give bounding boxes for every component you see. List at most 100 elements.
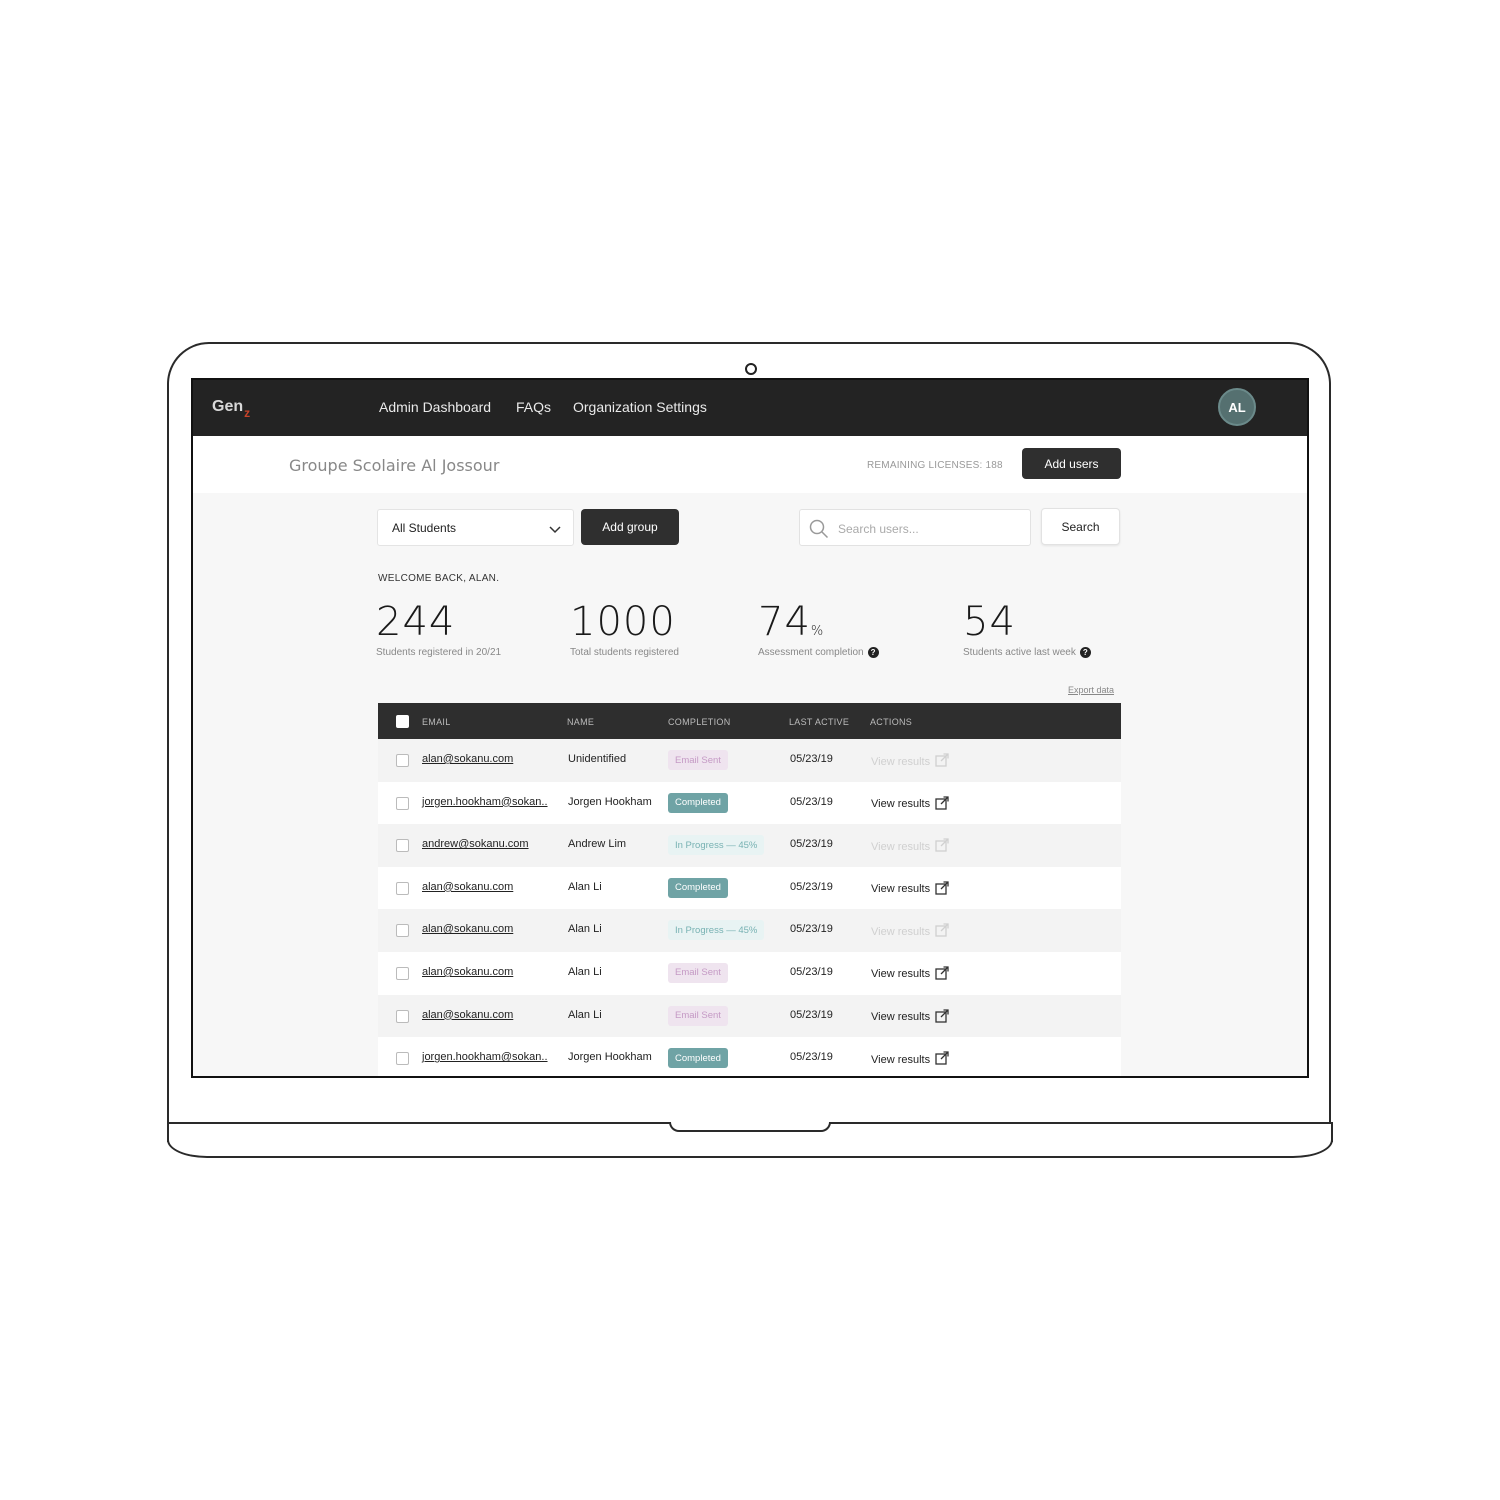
row-name: Alan Li: [568, 880, 602, 893]
stat-label-text: Students registered in 20/21: [376, 647, 502, 658]
stat-number: 1000: [570, 599, 676, 645]
nav-faqs[interactable]: FAQs: [516, 399, 551, 415]
row-checkbox[interactable]: [396, 881, 409, 895]
external-link-icon: [935, 795, 949, 813]
row-email[interactable]: jorgen.hookham@sokan..: [422, 1051, 548, 1063]
org-name: Groupe Scolaire Al Jossour: [289, 456, 500, 475]
stat-total-registered: 1000 Total students registered: [570, 599, 679, 658]
stat-registered-2021: 244 Students registered in 20/21: [376, 599, 501, 658]
column-actions: ACTIONS: [870, 717, 913, 727]
row-checkbox[interactable]: [396, 796, 409, 810]
row-checkbox[interactable]: [396, 924, 409, 938]
stat-value: 74%: [758, 599, 879, 645]
add-group-button[interactable]: Add group: [581, 509, 679, 545]
row-checkbox[interactable]: [396, 1052, 409, 1066]
stat-label-text: Assessment completion: [758, 647, 864, 658]
camera: [745, 363, 757, 375]
search-input[interactable]: [836, 518, 1020, 540]
row-email[interactable]: alan@sokanu.com: [422, 1009, 513, 1021]
view-results-link[interactable]: View results: [871, 923, 949, 940]
welcome-message: WELCOME BACK, ALAN.: [378, 573, 500, 584]
view-results-link[interactable]: View results: [871, 966, 949, 983]
row-checkbox[interactable]: [396, 966, 409, 980]
view-results-link[interactable]: View results: [871, 881, 949, 898]
stat-active-last-week: 54 Students active last week?: [963, 599, 1091, 658]
row-last-active: 05/23/19: [790, 838, 833, 851]
row-name: Jorgen Hookham: [568, 795, 652, 808]
stat-value: 1000: [570, 599, 679, 645]
row-last-active: 05/23/19: [790, 753, 833, 765]
view-results-label: View results: [871, 968, 931, 981]
nav-organization-settings[interactable]: Organization Settings: [573, 399, 707, 415]
view-results-link[interactable]: View results: [871, 838, 949, 855]
group-select[interactable]: All Students: [377, 509, 574, 546]
table-row: jorgen.hookham@sokan.. Jorgen Hookham Comp…: [378, 781, 1121, 825]
search-button[interactable]: Search: [1041, 508, 1120, 545]
row-checkbox[interactable]: [396, 839, 409, 853]
stat-assessment-completion: 74% Assessment completion?: [758, 599, 879, 658]
row-name: Jorgen Hookham: [568, 1051, 652, 1064]
stat-number: 244: [376, 599, 456, 645]
row-name: Alan Li: [568, 1008, 602, 1021]
column-completion[interactable]: COMPLETION: [668, 717, 731, 727]
row-last-active: 05/23/19: [790, 795, 833, 808]
stat-label: Total students registered: [570, 647, 679, 658]
top-nav: Genz Admin Dashboard FAQs Organization S…: [193, 380, 1307, 436]
row-email[interactable]: alan@sokanu.com: [422, 753, 513, 765]
external-link-icon: [935, 753, 949, 770]
search-icon: [809, 519, 829, 544]
logo[interactable]: Genz: [212, 398, 250, 420]
row-email[interactable]: alan@sokanu.com: [422, 966, 513, 978]
row-email[interactable]: andrew@sokanu.com: [422, 838, 529, 850]
help-icon[interactable]: ?: [867, 647, 879, 658]
row-email[interactable]: jorgen.hookham@sokan..: [422, 796, 548, 808]
view-results-link[interactable]: View results: [871, 795, 949, 813]
chevron-down-icon: [549, 523, 561, 537]
row-checkbox[interactable]: [396, 1009, 409, 1023]
export-data-link[interactable]: Export data: [1068, 685, 1114, 695]
stat-number: 74: [758, 599, 811, 645]
users-table: EMAIL NAME COMPLETION LAST ACTIVE ACTION…: [378, 703, 1121, 1076]
row-email[interactable]: alan@sokanu.com: [422, 923, 513, 935]
row-name: Unidentified: [568, 753, 627, 765]
status-badge: Completed: [668, 1048, 728, 1069]
view-results-link[interactable]: View results: [871, 1008, 949, 1026]
status-badge: In Progress — 45%: [668, 920, 765, 941]
row-last-active: 05/23/19: [790, 880, 833, 893]
external-link-icon: [935, 966, 949, 983]
row-email[interactable]: alan@sokanu.com: [422, 881, 513, 893]
external-link-icon: [935, 1051, 949, 1068]
org-header: Groupe Scolaire Al Jossour REMAINING LIC…: [193, 436, 1307, 493]
column-email[interactable]: EMAIL: [422, 717, 451, 727]
view-results-label: View results: [871, 798, 931, 811]
table-row: jorgen.hookham@sokan.. Jorgen Hookham Comp…: [378, 1037, 1121, 1076]
column-last-active[interactable]: LAST ACTIVE: [789, 717, 849, 727]
view-results-link[interactable]: View results: [871, 753, 949, 770]
row-checkbox[interactable]: [396, 754, 409, 767]
select-all-checkbox[interactable]: [396, 715, 409, 728]
row-name: Andrew Lim: [568, 838, 627, 851]
row-name: Alan Li: [568, 923, 602, 936]
status-badge: Email Sent: [668, 750, 728, 770]
view-results-label: View results: [871, 1053, 931, 1066]
view-results-label: View results: [871, 925, 931, 938]
stat-label: Students active last week?: [963, 647, 1091, 658]
group-select-value: All Students: [392, 521, 457, 535]
table-body: alan@sokanu.com Unidentified Email Sent 05/…: [378, 739, 1121, 1076]
column-name[interactable]: NAME: [567, 717, 594, 727]
table-row: andrew@sokanu.com Andrew Lim In Progress —…: [378, 824, 1121, 867]
status-badge: Completed: [668, 792, 728, 813]
help-icon[interactable]: ?: [1079, 647, 1091, 658]
avatar[interactable]: AL: [1218, 388, 1256, 426]
table-row: alan@sokanu.com Unidentified Email Sent 05/…: [378, 739, 1121, 782]
stat-label: Assessment completion?: [758, 647, 879, 658]
view-results-link[interactable]: View results: [871, 1051, 949, 1068]
add-users-button[interactable]: Add users: [1022, 448, 1121, 479]
remaining-licenses: REMAINING LICENSES: 188: [867, 460, 1003, 471]
external-link-icon: [935, 838, 949, 855]
nav-admin-dashboard[interactable]: Admin Dashboard: [379, 399, 491, 415]
search-box: [799, 509, 1031, 546]
external-link-icon: [935, 923, 949, 940]
view-results-label: View results: [871, 1011, 931, 1024]
table-row: alan@sokanu.com Alan Li Completed 05/23/19 V…: [378, 866, 1121, 910]
